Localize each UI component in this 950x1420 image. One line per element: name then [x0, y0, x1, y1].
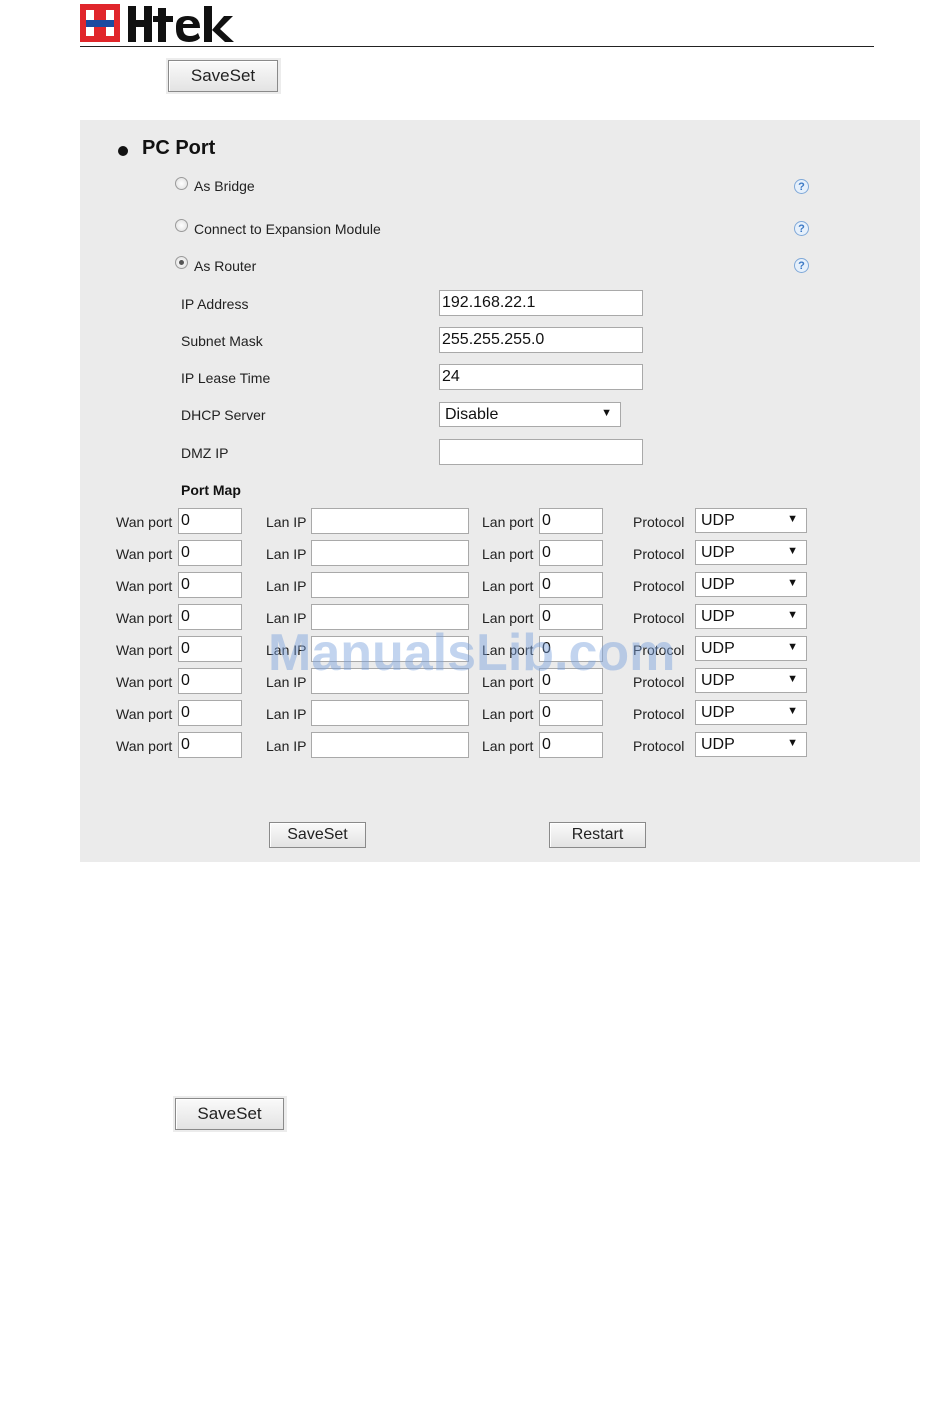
lan-port-label: Lan port [482, 546, 534, 562]
lan-ip-field[interactable] [311, 700, 469, 726]
port-map-title: Port Map [181, 482, 241, 498]
wan-port-field[interactable]: 0 [178, 604, 242, 630]
lan-ip-label: Lan IP [266, 738, 307, 754]
dropdown-arrow-icon: ▼ [787, 513, 798, 525]
protocol-value: UDP [701, 607, 735, 625]
dropdown-arrow-icon: ▼ [787, 737, 798, 749]
lan-ip-field[interactable] [311, 732, 469, 758]
dmz-ip-label: DMZ IP [181, 445, 229, 461]
wan-port-label: Wan port [116, 674, 173, 690]
dhcp-server-select[interactable]: Disable ▼ [439, 402, 621, 427]
wan-port-label: Wan port [116, 642, 173, 658]
protocol-value: UDP [701, 575, 735, 593]
dropdown-arrow-icon: ▼ [787, 705, 798, 717]
lan-ip-field[interactable] [311, 508, 469, 534]
help-icon[interactable]: ? [794, 221, 809, 236]
protocol-value: UDP [701, 671, 735, 689]
dropdown-arrow-icon: ▼ [787, 673, 798, 685]
subnet-mask-label: Subnet Mask [181, 333, 263, 349]
wan-port-field[interactable]: 0 [178, 508, 242, 534]
lan-port-field[interactable]: 0 [539, 572, 603, 598]
radio-connect-expansion-module[interactable] [175, 219, 188, 232]
dhcp-server-value: Disable [445, 405, 499, 423]
restart-button[interactable]: Restart [549, 822, 646, 848]
protocol-select[interactable]: UDP ▼ [695, 572, 807, 597]
radio-as-router[interactable] [175, 256, 188, 269]
lan-port-label: Lan port [482, 578, 534, 594]
ip-lease-time-label: IP Lease Time [181, 370, 271, 386]
protocol-value: UDP [701, 703, 735, 721]
label-connect-expansion-module: Connect to Expansion Module [194, 221, 381, 237]
wan-port-field[interactable]: 0 [178, 572, 242, 598]
lan-ip-label: Lan IP [266, 578, 307, 594]
lan-port-label: Lan port [482, 706, 534, 722]
help-icon[interactable]: ? [794, 179, 809, 194]
wan-port-label: Wan port [116, 546, 173, 562]
wan-port-field[interactable]: 0 [178, 732, 242, 758]
header-divider [80, 46, 874, 47]
wan-port-label: Wan port [116, 578, 173, 594]
protocol-label: Protocol [633, 738, 685, 754]
protocol-label: Protocol [633, 706, 685, 722]
bottom-saveset-button[interactable]: SaveSet [175, 1098, 284, 1130]
lan-port-label: Lan port [482, 738, 534, 754]
protocol-select[interactable]: UDP ▼ [695, 636, 807, 661]
wan-port-field[interactable]: 0 [178, 700, 242, 726]
label-as-router: As Router [194, 258, 257, 274]
wan-port-label: Wan port [116, 738, 173, 754]
ip-lease-time-field[interactable]: 24 [439, 364, 643, 390]
protocol-value: UDP [701, 639, 735, 657]
dropdown-arrow-icon: ▼ [601, 407, 612, 419]
wan-port-label: Wan port [116, 610, 173, 626]
protocol-value: UDP [701, 511, 735, 529]
help-icon[interactable]: ? [794, 258, 809, 273]
lan-ip-field[interactable] [311, 572, 469, 598]
protocol-select[interactable]: UDP ▼ [695, 604, 807, 629]
dropdown-arrow-icon: ▼ [787, 641, 798, 653]
lan-port-label: Lan port [482, 514, 534, 530]
lan-ip-label: Lan IP [266, 546, 307, 562]
lan-port-field[interactable]: 0 [539, 540, 603, 566]
wan-port-field[interactable]: 0 [178, 668, 242, 694]
lan-port-field[interactable]: 0 [539, 732, 603, 758]
lan-ip-label: Lan IP [266, 514, 307, 530]
watermark: ManualsLib.com [268, 624, 676, 682]
protocol-label: Protocol [633, 546, 685, 562]
top-saveset-button[interactable]: SaveSet [168, 60, 278, 92]
protocol-select[interactable]: UDP ▼ [695, 700, 807, 725]
lan-ip-field[interactable] [311, 540, 469, 566]
lan-ip-label: Lan IP [266, 706, 307, 722]
protocol-label: Protocol [633, 514, 685, 530]
subnet-mask-field[interactable]: 255.255.255.0 [439, 327, 643, 353]
ip-address-field[interactable]: 192.168.22.1 [439, 290, 643, 316]
dropdown-arrow-icon: ▼ [787, 545, 798, 557]
protocol-value: UDP [701, 735, 735, 753]
protocol-value: UDP [701, 543, 735, 561]
dhcp-server-label: DHCP Server [181, 407, 266, 423]
htek-logo [80, 2, 255, 44]
dropdown-arrow-icon: ▼ [787, 609, 798, 621]
protocol-label: Protocol [633, 578, 685, 594]
protocol-select[interactable]: UDP ▼ [695, 508, 807, 533]
ip-address-label: IP Address [181, 296, 249, 312]
wan-port-label: Wan port [116, 514, 173, 530]
section-title: PC Port [142, 137, 216, 159]
radio-as-bridge[interactable] [175, 177, 188, 190]
wan-port-field[interactable]: 0 [178, 636, 242, 662]
protocol-select[interactable]: UDP ▼ [695, 668, 807, 693]
protocol-select[interactable]: UDP ▼ [695, 732, 807, 757]
wan-port-label: Wan port [116, 706, 173, 722]
lan-port-field[interactable]: 0 [539, 508, 603, 534]
section-bullet-icon [118, 146, 128, 156]
saveset-button[interactable]: SaveSet [269, 822, 366, 848]
dropdown-arrow-icon: ▼ [787, 577, 798, 589]
dmz-ip-field[interactable] [439, 439, 643, 465]
wan-port-field[interactable]: 0 [178, 540, 242, 566]
lan-port-field[interactable]: 0 [539, 700, 603, 726]
protocol-select[interactable]: UDP ▼ [695, 540, 807, 565]
label-as-bridge: As Bridge [194, 178, 255, 194]
